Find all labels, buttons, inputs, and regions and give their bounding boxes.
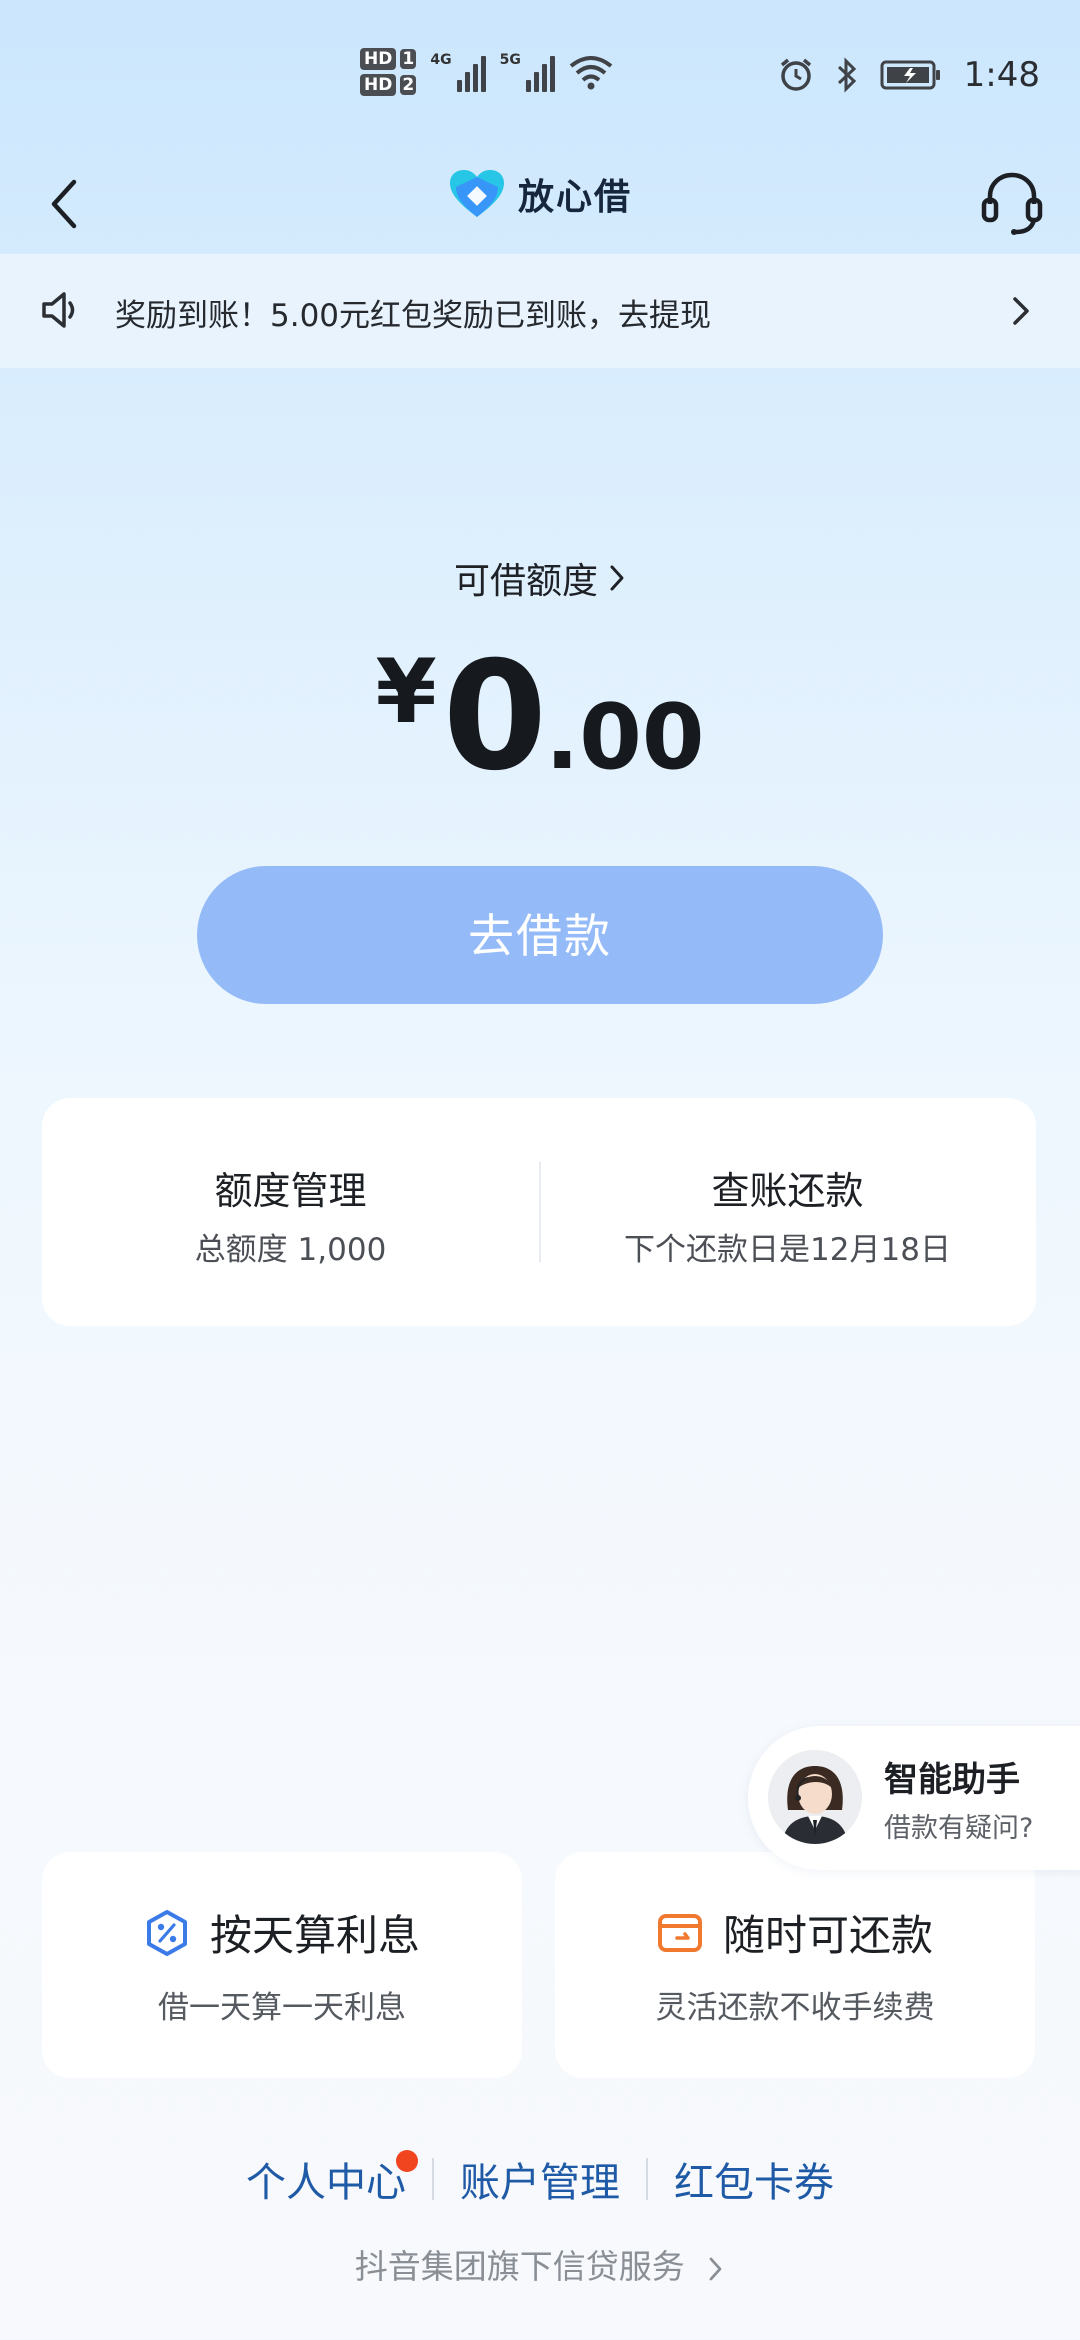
feature-subtitle: 灵活还款不收手续费 (655, 1990, 935, 2026)
back-arrow-icon[interactable] (38, 170, 98, 234)
footer-links: 个人中心 账户管理 红包卡券 (0, 2150, 1080, 2208)
quota-card: 额度管理 总额度 1,000 查账还款 下个还款日是12月18日 (42, 1098, 1036, 1326)
alarm-icon (780, 58, 811, 91)
quota-management-button[interactable]: 额度管理 总额度 1,000 (42, 1098, 539, 1326)
notice-bar[interactable]: 奖励到账！5.00元红包奖励已到账，去提现 (0, 254, 1080, 368)
bill-repayment-title: 查账还款 (711, 1169, 864, 1213)
feature-subtitle: 借一天算一天利息 (158, 1990, 406, 2026)
account-management-link[interactable]: 账户管理 (434, 2150, 646, 2208)
customer-service-headset-icon[interactable] (972, 162, 1052, 242)
borrow-button[interactable]: 去借款 (197, 866, 883, 1004)
currency-symbol: ¥ (375, 640, 437, 743)
chevron-right-icon (1013, 297, 1029, 325)
credit-limit-text: 可借额度 (453, 561, 598, 602)
chevron-right-icon (709, 2257, 722, 2280)
sim1-number: 1 (400, 49, 417, 69)
feature-anytime-repay: 随时可还款 灵活还款不收手续费 (555, 1852, 1035, 2078)
clock: 1:48 (963, 55, 1040, 95)
signal-4g-icon: 4G (430, 52, 486, 92)
bill-repayment-button[interactable]: 查账还款 下个还款日是12月18日 (539, 1098, 1036, 1326)
amount-decimal: .00 (545, 685, 705, 790)
status-left: HD 1 HD 2 4G 5G (360, 48, 613, 96)
status-right: 1:48 (778, 55, 1040, 95)
status-bar: HD 1 HD 2 4G 5G 1:48 (0, 0, 1080, 150)
red-packet-coupons-link[interactable]: 红包卡券 (648, 2150, 860, 2208)
next-repayment-date: 下个还款日是12月18日 (624, 1232, 951, 1268)
notification-dot (396, 2150, 418, 2172)
sim-indicators: HD 1 HD 2 (360, 48, 417, 96)
group-service-link[interactable]: 抖音集团旗下信贷服务 (0, 2240, 1080, 2288)
notice-text: 奖励到账！5.00元红包奖励已到账，去提现 (115, 298, 712, 334)
feature-daily-interest: 按天算利息 借一天算一天利息 (42, 1852, 522, 2078)
personal-center-label: 个人中心 (246, 2160, 406, 2206)
feature-title: 随时可还款 (722, 1911, 933, 1960)
total-quota-text: 总额度 1,000 (194, 1232, 387, 1268)
sim1-hd-label: HD (360, 48, 397, 70)
sim2-hd-label: HD (360, 74, 397, 96)
brand: 放心借 (448, 168, 632, 220)
quota-management-title: 额度管理 (214, 1169, 367, 1213)
sim2-number: 2 (400, 75, 417, 95)
bluetooth-icon (837, 57, 856, 93)
feature-title: 按天算利息 (209, 1911, 420, 1960)
assistant-subtitle: 借款有疑问? (884, 1813, 1034, 1844)
credit-amount: ¥0.00 (0, 630, 1080, 804)
speaker-icon (42, 292, 75, 328)
battery-icon (880, 60, 940, 90)
net1-label: 4G (430, 52, 452, 68)
percent-shield-icon (146, 1909, 187, 1956)
page-title: 放心借 (518, 177, 633, 218)
brand-logo-icon (450, 170, 504, 217)
wifi-icon (569, 56, 613, 90)
signal-5g-icon: 5G (500, 52, 555, 92)
personal-center-link[interactable]: 个人中心 (220, 2150, 432, 2208)
assistant-avatar (768, 1750, 862, 1844)
chevron-right-icon (610, 565, 624, 591)
amount-integer: 0 (442, 630, 547, 804)
group-service-text: 抖音集团旗下信贷服务 (354, 2247, 685, 2286)
wallet-icon (657, 1913, 702, 1952)
net2-label: 5G (499, 52, 521, 68)
nav-bar: 放心借 (0, 150, 1080, 254)
smart-assistant-button[interactable]: 智能助手 借款有疑问? (748, 1726, 1080, 1870)
assistant-title: 智能助手 (884, 1760, 1020, 1800)
credit-limit-label[interactable]: 可借额度 (0, 552, 1080, 604)
